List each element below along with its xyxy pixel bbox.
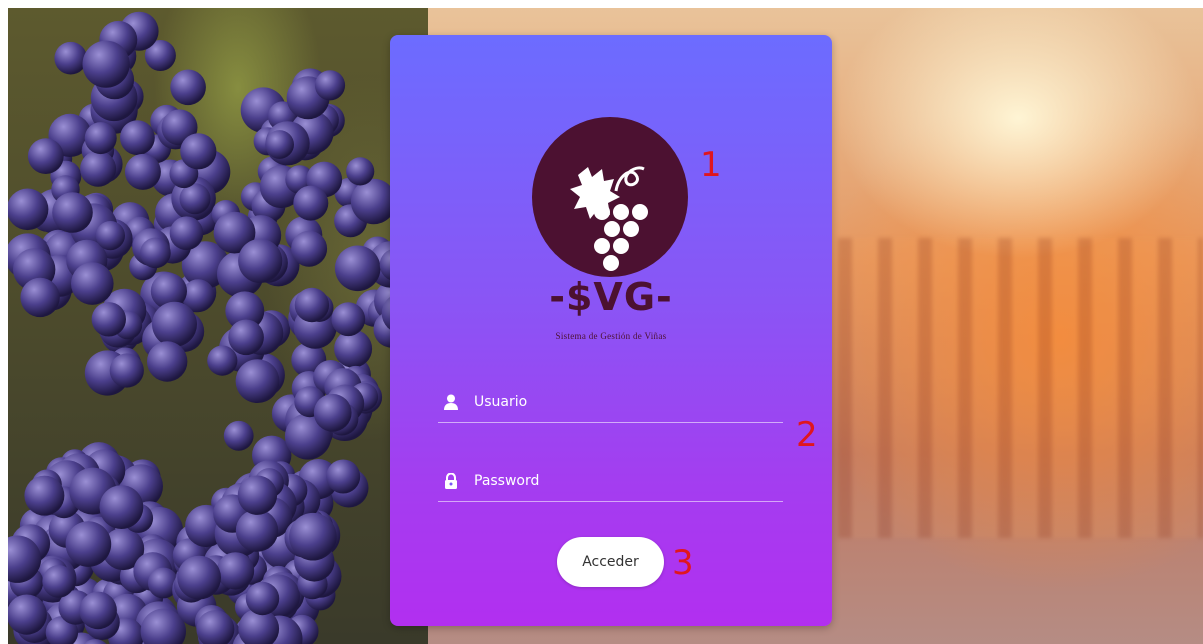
brand-title: -$VG-: [549, 275, 673, 319]
grape-berry: [119, 120, 155, 156]
grape-berry: [293, 185, 329, 221]
username-input[interactable]: [474, 394, 754, 410]
grape-berry: [99, 485, 144, 529]
grape-berry: [334, 245, 381, 292]
grape-berry: [265, 130, 294, 159]
login-button[interactable]: Acceder: [557, 537, 664, 587]
password-field: [438, 461, 783, 502]
grape-berry: [140, 237, 171, 269]
lock-icon: [444, 472, 458, 489]
grape-berry: [238, 238, 283, 283]
vineyard-rows: [838, 238, 1203, 538]
grape-berry: [235, 359, 280, 403]
grape-berry: [91, 302, 127, 337]
grape-berry: [294, 287, 330, 323]
grape-icon: [570, 166, 648, 271]
grape-berry: [80, 150, 117, 187]
grape-berry: [314, 70, 346, 101]
grape-berry: [95, 221, 125, 251]
app-logo: [532, 117, 688, 277]
grape-berry: [169, 216, 204, 250]
grape-berry: [52, 192, 93, 233]
grape-berry: [170, 69, 206, 106]
grape-berry: [235, 509, 279, 552]
grape-berry: [109, 353, 144, 388]
grape-berry: [24, 475, 65, 516]
password-input[interactable]: [474, 473, 754, 489]
grape-berry: [152, 301, 197, 347]
user-icon: [444, 394, 458, 410]
grape-berry: [228, 319, 264, 356]
grape-berry: [54, 41, 87, 75]
username-field: [438, 382, 783, 423]
grape-berry: [313, 393, 352, 432]
grape-berry: [207, 345, 238, 376]
grape-berry: [124, 153, 161, 190]
grape-berry: [82, 40, 130, 88]
grape-berry: [245, 581, 280, 616]
grape-cluster-image: [8, 11, 423, 644]
grape-berry: [8, 594, 47, 635]
grape-berry: [291, 230, 328, 267]
grape-berry: [147, 341, 188, 382]
grape-berry: [8, 188, 49, 231]
grape-berry: [331, 302, 366, 337]
grape-berry: [71, 262, 114, 305]
annotation-1: 1: [700, 145, 722, 185]
grape-berry: [216, 552, 255, 590]
grape-berry: [180, 133, 217, 170]
grape-berry: [326, 459, 361, 494]
grape-berry: [177, 555, 222, 600]
grape-berry: [346, 157, 375, 186]
grape-berry: [84, 122, 117, 155]
grape-berry: [27, 138, 64, 175]
grape-berry: [65, 521, 112, 567]
grape-berry: [237, 475, 278, 515]
grape-berry: [20, 277, 60, 318]
annotation-2: 2: [796, 415, 818, 455]
grape-berry: [289, 512, 337, 561]
annotation-3: 3: [672, 543, 694, 583]
login-card: -$VG- Sistema de Gestión de Viñas Accede…: [390, 35, 832, 626]
brand-subtitle: Sistema de Gestión de Viñas: [555, 331, 667, 341]
grape-berry: [223, 420, 254, 451]
grape-berry: [42, 565, 75, 598]
grape-berry: [79, 591, 117, 630]
